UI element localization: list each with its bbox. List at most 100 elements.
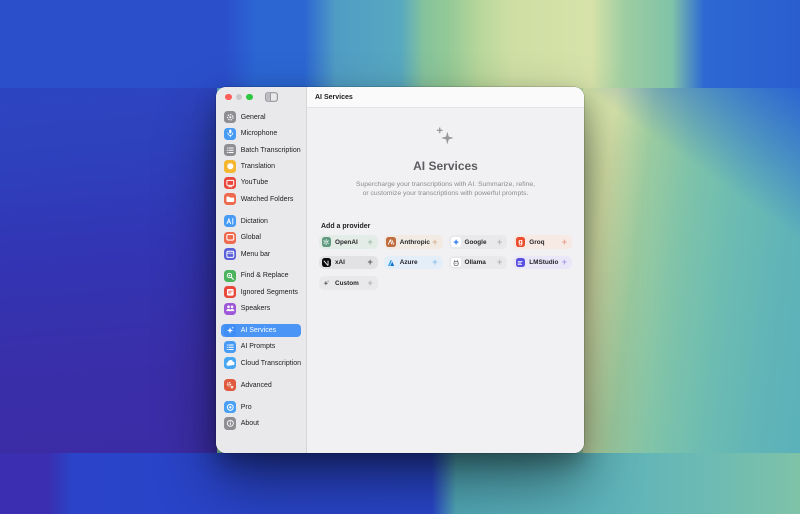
cloud-icon (224, 357, 237, 370)
openai-icon (321, 237, 331, 247)
sidebar-item-label: Microphone (240, 130, 278, 138)
sidebar-item-label: Dictation (240, 217, 268, 225)
list-icon (224, 340, 237, 354)
sidebar-item-translation[interactable]: Translation (221, 160, 301, 174)
provider-button-lmstudio[interactable]: LMStudio + (513, 255, 572, 270)
add-provider-plus-icon: + (432, 257, 438, 268)
provider-label: Anthropic (399, 238, 430, 246)
ai-sparkle-icon (435, 126, 457, 147)
lmstudio-icon (515, 257, 526, 268)
sidebar-item-microphone[interactable]: Microphone (221, 127, 301, 141)
xai-icon (321, 257, 331, 268)
sidebar-item-label: Batch Transcription (240, 146, 301, 154)
sidebar-item-label: Ignored Segments (240, 288, 298, 296)
main-header: AI Services (307, 87, 584, 108)
add-provider-plus-icon: + (432, 236, 438, 247)
groq-icon: g (515, 237, 526, 247)
provider-button-anthropic[interactable]: Anthropic + (383, 235, 443, 249)
sidebar-item-label: Advanced (240, 381, 272, 389)
sidebar-item-label: Watched Folders (240, 195, 294, 203)
page-description-line2: or customize your transcriptions with po… (362, 190, 529, 198)
microphone-icon (224, 127, 237, 140)
sidebar-item-dictation[interactable]: Dictation (221, 214, 301, 228)
add-provider-label: Add a provider (321, 223, 371, 231)
gear-icon (224, 111, 237, 124)
add-provider-plus-icon: + (367, 277, 373, 288)
list-icon (224, 144, 237, 157)
provider-button-azure[interactable]: Azure + (383, 255, 443, 270)
sidebar-item-pro[interactable]: Pro (221, 400, 301, 414)
provider-button-xai[interactable]: xAI + (319, 255, 378, 270)
sidebar-item-general[interactable]: General (221, 111, 301, 125)
sidebar-item-watched-folders[interactable]: Watched Folders (221, 192, 301, 206)
provider-label: Azure (399, 259, 418, 267)
page-description-line1: Supercharge your transcriptions with AI.… (355, 181, 536, 189)
sidebar-section-gap (221, 318, 301, 324)
wallpaper-bottom-stripes (0, 453, 800, 514)
sidebar-item-label: Find & Replace (240, 272, 289, 280)
magnifier-icon (224, 269, 237, 282)
sparkle-dark-icon (322, 278, 332, 288)
sidebar-item-menu-bar[interactable]: Menu bar (221, 247, 301, 261)
people-icon (224, 302, 237, 315)
titlebar[interactable] (216, 87, 306, 107)
provider-label: Google (464, 238, 487, 246)
sidebar-item-label: Global (240, 234, 261, 242)
provider-button-google[interactable]: Google + (448, 235, 508, 249)
add-provider-plus-icon: + (496, 257, 503, 268)
sidebar-item-global[interactable]: Global (221, 231, 301, 245)
zoom-button[interactable] (246, 93, 253, 101)
sidebar-item-speakers[interactable]: Speakers (221, 302, 301, 316)
provider-grid: OpenAI + Anthropic + Google + g Groq + xAI + Azure +… (319, 235, 572, 290)
sidebar-item-label: Speakers (240, 305, 271, 313)
menubar-icon (224, 247, 237, 261)
provider-button-custom[interactable]: Custom + (319, 276, 378, 290)
hero: AI Services Supercharge your transcripti… (319, 108, 572, 198)
sidebar-item-batch-transcription[interactable]: Batch Transcription (221, 143, 301, 157)
sidebar-item-about[interactable]: About (221, 417, 301, 431)
add-provider-plus-icon: + (367, 236, 373, 247)
anthropic-icon (386, 237, 396, 247)
sidebar-item-advanced[interactable]: Advanced (221, 378, 301, 392)
provider-label: Groq (529, 238, 545, 246)
window-outline-icon (224, 231, 237, 244)
folder-icon (224, 193, 237, 206)
sidebar-item-label: Cloud Transcription (240, 359, 301, 367)
target-icon (224, 401, 237, 414)
sidebar-item-label: Menu bar (240, 250, 271, 258)
sidebar-item-cloud-transcription[interactable]: Cloud Transcription (221, 356, 301, 370)
sidebar-item-ai-prompts[interactable]: AI Prompts (221, 340, 301, 354)
gemini-icon (451, 237, 461, 247)
provider-button-groq[interactable]: g Groq + (513, 235, 572, 249)
provider-button-ollama[interactable]: Ollama + (448, 255, 508, 270)
gears-icon (224, 379, 237, 392)
add-provider-plus-icon: + (561, 257, 567, 268)
add-provider-plus-icon: + (496, 236, 503, 247)
info-icon (224, 417, 237, 430)
text-cursor-icon (224, 215, 237, 228)
settings-window: General Microphone Batch Transcription Tran… (216, 87, 584, 453)
sidebar-item-label: About (240, 420, 259, 428)
sidebar-item-youtube[interactable]: YouTube (221, 176, 301, 190)
sidebar-toggle-icon[interactable] (265, 92, 278, 102)
provider-label: LMStudio (529, 259, 559, 267)
provider-label: OpenAI (335, 238, 358, 246)
sidebar-item-ai-services[interactable]: AI Services (221, 323, 301, 338)
provider-label: Custom (335, 279, 359, 287)
provider-button-openai[interactable]: OpenAI + (319, 235, 378, 249)
sidebar-item-label: AI Services (240, 327, 277, 335)
monitor-icon (224, 176, 237, 190)
minimize-button[interactable] (235, 93, 243, 101)
ollama-icon (451, 257, 461, 268)
ai-services-content: AI Services Supercharge your transcripti… (307, 108, 584, 453)
sidebar-item-label: AI Prompts (240, 343, 276, 351)
window-title: AI Services (315, 93, 353, 101)
sidebar-item-label: YouTube (240, 179, 269, 187)
sidebar-item-ignored-segments[interactable]: Ignored Segments (221, 285, 301, 299)
provider-label: Ollama (464, 259, 486, 267)
sidebar-item-find-replace[interactable]: Find & Replace (221, 269, 301, 283)
provider-label: xAI (335, 259, 345, 267)
close-button[interactable] (225, 93, 232, 101)
add-provider-plus-icon: + (367, 257, 373, 268)
globe-icon (224, 160, 237, 173)
